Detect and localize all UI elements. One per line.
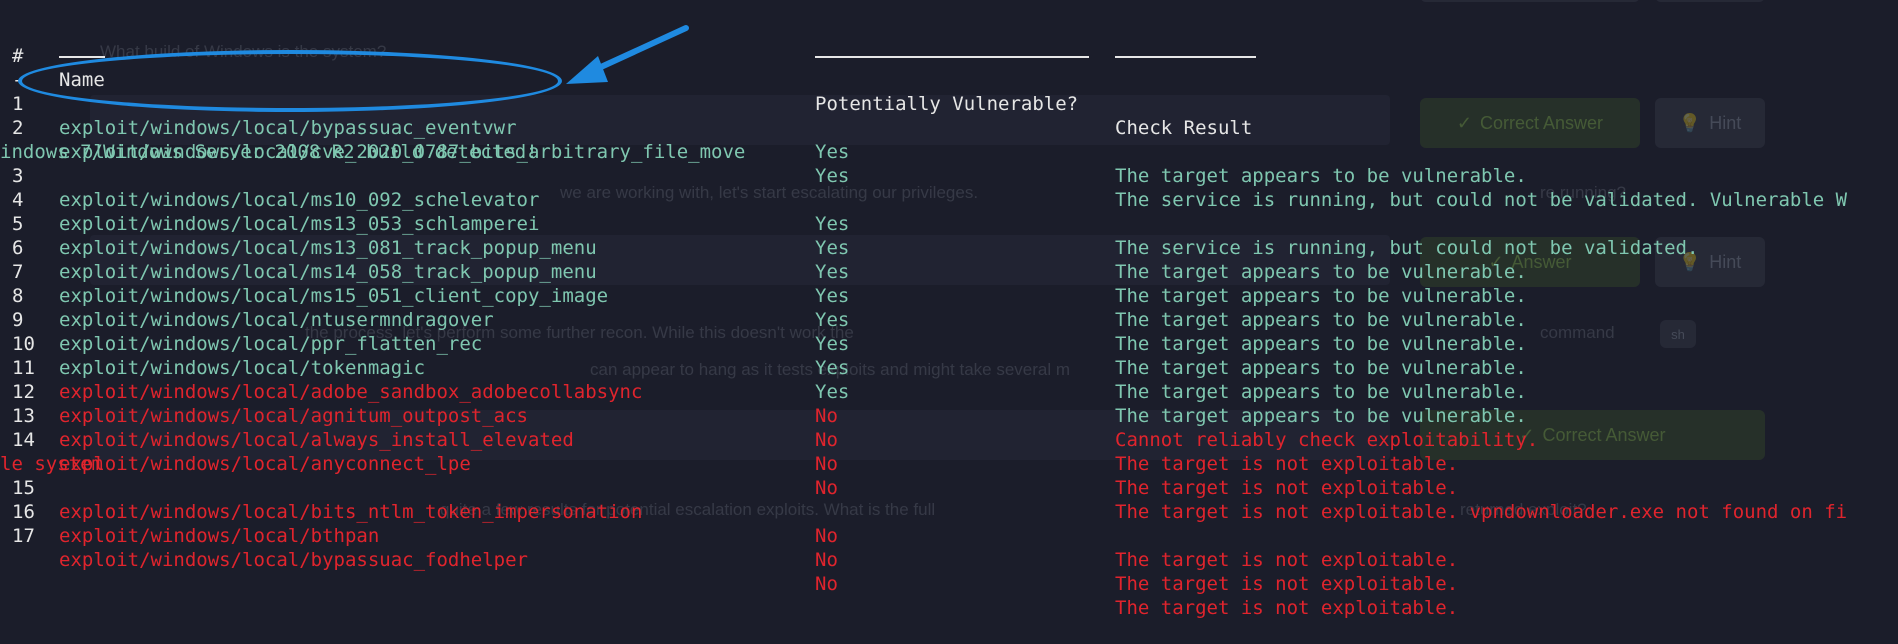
table-row-wrap: le system	[0, 428, 103, 475]
table-row: 17 exploit/windows/local/bypassuac_fodhe…	[0, 500, 1458, 619]
header-result-underline	[1115, 56, 1256, 58]
row-result: The target is not exploitable.	[1115, 597, 1459, 619]
row-result: The target is not exploitable.	[1115, 573, 1459, 595]
row-name: exploit/windows/local/ms15_051_client_co…	[59, 285, 609, 307]
header-underline-row: -	[0, 44, 46, 91]
table-row: 5 exploit/windows/local/ms13_081_track_p…	[0, 188, 1527, 307]
highlight-ellipse	[18, 50, 562, 112]
row-name: exploit/windows/local/ms13_081_track_pop…	[59, 237, 597, 259]
table-header: # Name Potentially Vulnerable? Check Res…	[0, 20, 1252, 139]
table-row: 13 exploit/windows/local/always_install_…	[0, 380, 1458, 499]
row-vulnerable: Yes	[815, 309, 850, 331]
row-vulnerable: Yes	[815, 141, 850, 163]
row-name: exploit/windows/local/bthpan	[59, 525, 380, 547]
table-row: 6 exploit/windows/local/ms14_058_track_p…	[0, 212, 1527, 331]
row-vulnerable: No	[815, 405, 838, 427]
row-result: The target is not exploitable.	[1115, 477, 1459, 499]
header-vulnerable: Potentially Vulnerable?	[815, 93, 1079, 115]
row-vulnerable: Yes	[815, 261, 850, 283]
row-vulnerable: No	[815, 525, 838, 547]
table-row: 9 exploit/windows/local/ppr_flatten_rec …	[0, 284, 1527, 403]
table-row: 16 exploit/windows/local/bthpan No The t…	[0, 476, 1458, 595]
table-row: 15 exploit/windows/local/bits_ntlm_token…	[0, 452, 1458, 571]
header-name-underline	[59, 56, 105, 58]
row-name: exploit/windows/local/bypassuac_eventvwr	[59, 117, 517, 139]
row-name: exploit/windows/local/anyconnect_lpe	[59, 453, 471, 475]
row-name: exploit/windows/local/ms10_092_schelevat…	[59, 189, 540, 211]
row-number: 17	[12, 525, 35, 547]
row-vulnerable: No	[815, 429, 838, 451]
row-name: exploit/windows/local/adobe_sandbox_adob…	[59, 381, 643, 403]
table-row: 11 exploit/windows/local/adobe_sandbox_a…	[0, 332, 1538, 451]
row-result: The service is running, but could not be…	[1115, 189, 1848, 211]
row-result: The target is not exploitable. vpndownlo…	[1115, 501, 1848, 523]
header-vuln-underline	[815, 56, 1089, 58]
row-result: The target is not exploitable.	[1115, 549, 1459, 571]
row-result: The target appears to be vulnerable.	[1115, 165, 1527, 187]
table-row-wrap: indows 7/Windows Server 2008 R2 build de…	[0, 116, 538, 163]
row-vulnerable: Yes	[815, 381, 850, 403]
table-row: 4 exploit/windows/local/ms13_053_schlamp…	[0, 164, 1527, 283]
row-name: exploit/windows/local/bypassuac_fodhelpe…	[59, 549, 528, 571]
row-vulnerable: No	[815, 549, 838, 571]
row-result-wrap: indows 7/Windows Server 2008 R2 build de…	[0, 141, 538, 163]
row-name: exploit/windows/local/tokenmagic	[59, 357, 426, 379]
row-vulnerable: Yes	[815, 357, 850, 379]
row-result: The service is running, but could not be…	[1115, 237, 1699, 259]
row-vulnerable: No	[815, 573, 838, 595]
table-row: 2 exploit/windows/local/cve_2020_0787_bi…	[0, 92, 1847, 211]
row-vulnerable: Yes	[815, 213, 850, 235]
annotation-arrow-icon	[566, 25, 689, 84]
row-vulnerable: No	[815, 477, 838, 499]
row-result: The target is not exploitable.	[1115, 453, 1459, 475]
row-result: The target appears to be vulnerable.	[1115, 333, 1527, 355]
row-name: exploit/windows/local/agnitum_outpost_ac…	[59, 405, 528, 427]
row-result: The target appears to be vulnerable.	[1115, 285, 1527, 307]
row-result: Cannot reliably check exploitability.	[1115, 429, 1539, 451]
row-name: exploit/windows/local/ms13_053_schlamper…	[59, 213, 540, 235]
row-name: exploit/windows/local/ms14_058_track_pop…	[59, 261, 597, 283]
row-result: The target appears to be vulnerable.	[1115, 309, 1527, 331]
table-row: 14 exploit/windows/local/anyconnect_lpe …	[0, 404, 1847, 523]
row-name: exploit/windows/local/always_install_ele…	[59, 429, 574, 451]
row-name: exploit/windows/local/ntusermndragover	[59, 309, 494, 331]
table-row: 10 exploit/windows/local/tokenmagic Yes …	[0, 308, 1527, 427]
table-row: 12 exploit/windows/local/agnitum_outpost…	[0, 356, 1458, 475]
row-name: exploit/windows/local/ppr_flatten_rec	[59, 333, 483, 355]
row-result: The target appears to be vulnerable.	[1115, 405, 1527, 427]
row-vulnerable: Yes	[815, 333, 850, 355]
row-result: The target appears to be vulnerable.	[1115, 381, 1527, 403]
table-row: 8 exploit/windows/local/ntusermndragover…	[0, 260, 1527, 379]
row-name: exploit/windows/local/bits_ntlm_token_im…	[59, 501, 643, 523]
header-check-result: Check Result	[1115, 117, 1253, 139]
row-vulnerable: Yes	[815, 165, 850, 187]
row-result: The target appears to be vulnerable.	[1115, 357, 1527, 379]
row-vulnerable: Yes	[815, 237, 850, 259]
table-row: 3 exploit/windows/local/ms10_092_schelev…	[0, 140, 1698, 259]
row-vulnerable: Yes	[815, 285, 850, 307]
row-vulnerable: No	[815, 453, 838, 475]
table-row: 7 exploit/windows/local/ms15_051_client_…	[0, 236, 1527, 355]
row-result: The target appears to be vulnerable.	[1115, 261, 1527, 283]
